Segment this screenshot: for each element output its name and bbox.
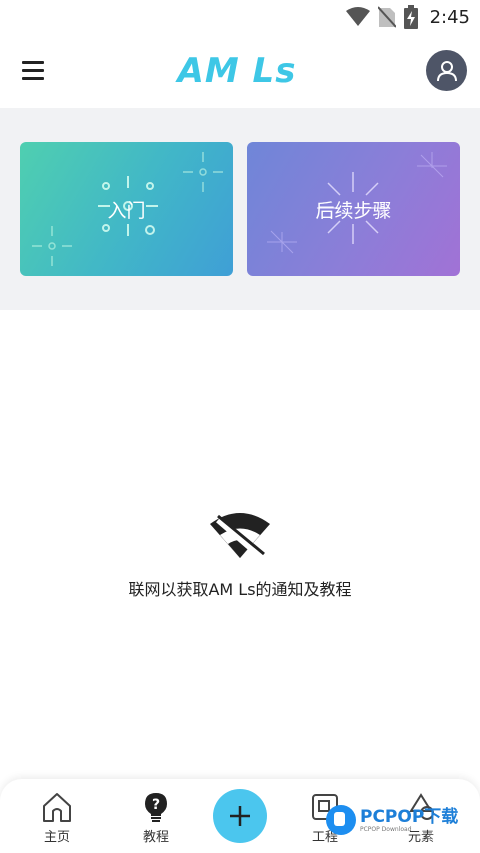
offline-message: 联网以获取AM Ls的通知及教程	[128, 580, 352, 599]
watermark-main-text: PCPOP下载	[360, 806, 459, 827]
nav-home[interactable]: 主页	[22, 791, 92, 847]
plus-icon	[230, 806, 250, 826]
wifi-signal-icon	[345, 7, 370, 26]
nav-home-label: 主页	[43, 830, 70, 845]
watermark-text: PCPOP下载 PCPOP Download	[360, 808, 458, 833]
tutorial-bulb-icon: ?	[145, 793, 167, 822]
battery-charging-icon	[403, 5, 418, 29]
home-icon	[43, 793, 71, 822]
status-bar: 2:45	[0, 0, 480, 34]
nav-tutorial[interactable]: ? 教程	[121, 791, 191, 847]
menu-icon-line	[22, 68, 44, 72]
no-sim-icon	[377, 6, 396, 28]
next-steps-card-label: 后续步骤	[315, 199, 392, 222]
watermark-sub-text: PCPOP Download	[360, 825, 412, 833]
app-bar: AM Ls	[0, 34, 480, 108]
watermark-circle-icon	[326, 805, 356, 835]
wifi-off-icon	[210, 513, 270, 560]
watermark-logo: PCPOP下载 PCPOP Download	[326, 800, 476, 840]
menu-icon-line	[22, 60, 44, 64]
user-icon	[436, 60, 457, 81]
menu-button[interactable]	[14, 54, 52, 86]
app-logo: AM Ls	[177, 51, 297, 91]
svg-text:?: ?	[152, 797, 160, 813]
menu-icon-line	[22, 76, 44, 80]
next-steps-card[interactable]: 后续步骤	[247, 142, 460, 276]
status-time: 2:45	[429, 6, 470, 28]
user-avatar-button[interactable]	[426, 50, 467, 91]
getting-started-panel: 入门 后续步骤	[0, 108, 480, 310]
nav-tutorial-label: 教程	[142, 830, 169, 845]
offline-empty-state: 联网以获取AM Ls的通知及教程	[0, 510, 480, 600]
intro-card[interactable]: 入门	[20, 142, 233, 276]
intro-card-label: 入门	[107, 199, 146, 222]
add-button[interactable]	[213, 789, 267, 843]
status-icons: 2:45	[345, 4, 470, 30]
